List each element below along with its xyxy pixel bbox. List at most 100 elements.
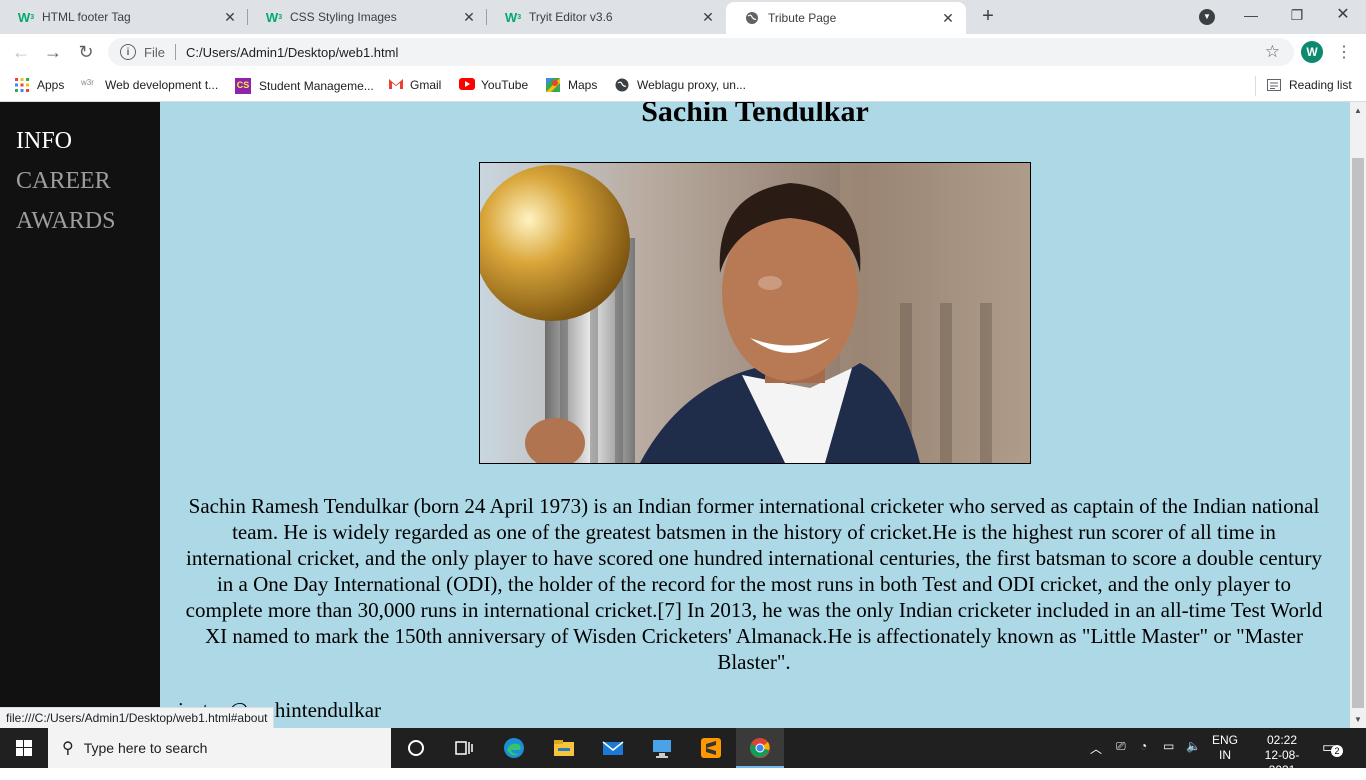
globe-icon [744,10,760,26]
w3schools-icon: W3 [17,9,35,25]
bookmarks-divider [1255,76,1256,96]
minimize-button[interactable]: — [1228,0,1274,32]
tab-strip: W3 HTML footer Tag ✕ W3 CSS Styling Imag… [0,0,1366,34]
close-icon[interactable]: ✕ [222,9,238,25]
browser-toolbar: ← → ↻ i File C:/Users/Admin1/Desktop/web… [0,34,1366,70]
bookmark-gmail[interactable]: Gmail [388,78,441,92]
scroll-up-arrow-icon[interactable]: ▲ [1354,106,1362,115]
search-placeholder: Type here to search [83,740,208,756]
search-icon: ⚲ [62,740,74,757]
nav-link-info[interactable]: INFO [16,128,72,155]
bookmark-student-management[interactable]: CS Student Manageme... [235,78,374,94]
volume-icon[interactable]: 🔈 [1186,739,1201,779]
page-scrollbar[interactable]: ▲ ▼ [1350,102,1366,728]
tab-tryit-editor[interactable]: W3 Tryit Editor v3.6 ✕ [487,0,726,34]
reading-list-icon [1267,78,1281,92]
bookmark-label: Gmail [410,78,442,92]
address-scheme: File [144,44,165,60]
bookmark-label: YouTube [481,78,529,92]
scroll-down-arrow-icon[interactable]: ▼ [1354,715,1362,724]
chrome-icon [750,738,770,758]
w3r-icon: w3r [81,78,94,87]
info-icon[interactable]: i [120,44,136,60]
tab-label: HTML footer Tag [42,10,131,24]
profile-avatar[interactable]: W [1301,41,1323,63]
tab-css-styling[interactable]: W3 CSS Styling Images ✕ [248,0,487,34]
scrollbar-thumb[interactable] [1352,158,1364,708]
mail-icon[interactable] [601,736,625,760]
w3schools-icon: W3 [504,9,522,25]
meet-now-icon[interactable]: ⎚ [1116,739,1126,779]
tab-label: Tryit Editor v3.6 [529,10,613,24]
region-code: IN [1219,748,1231,762]
back-button[interactable]: ← [9,40,33,64]
tab-html-footer[interactable]: W3 HTML footer Tag ✕ [0,0,248,34]
edge-icon[interactable] [502,736,526,760]
sublime-text-icon[interactable] [699,736,723,760]
bookmark-maps[interactable]: Maps [546,78,597,92]
clock[interactable]: 02:22 12-08-2021 [1252,733,1312,777]
status-url-bubble: file:///C:/Users/Admin1/Desktop/web1.htm… [0,707,275,728]
notification-count-badge: 2 [1331,745,1343,757]
bookmark-label: Maps [568,78,598,92]
task-view-icon[interactable] [452,736,476,760]
bookmark-youtube[interactable]: YouTube [459,78,528,92]
apps-grid-icon [15,78,29,92]
bookmark-apps[interactable]: Apps [15,78,64,92]
bookmark-star-icon[interactable]: ☆ [1265,42,1280,62]
sidebar-nav: INFO CAREER AWARDS [0,102,160,728]
show-hidden-icons-button[interactable]: ︿ [1090,740,1102,780]
globe-icon [615,78,629,92]
window-close-button[interactable]: ✕ [1320,0,1366,32]
address-url[interactable]: C:/Users/Admin1/Desktop/web1.html [186,45,398,60]
address-bar[interactable]: i File C:/Users/Admin1/Desktop/web1.html… [108,38,1294,66]
bookmark-web-development[interactable]: w3r Web development t... [81,78,218,92]
windows-logo-icon [16,740,32,756]
new-tab-button[interactable]: + [976,5,1000,29]
main-content: Sachin Tendulkar Sachin Ramesh Tendulkar… [160,102,1350,728]
tab-label: CSS Styling Images [290,10,397,24]
start-button[interactable] [0,728,48,768]
page-title: Sachin Tendulkar [641,102,869,128]
tab-search-icon[interactable]: ▼ [1199,9,1215,25]
reading-list-button[interactable]: Reading list [1267,78,1352,92]
windows-taskbar: ⚲ Type here to search ︿ ⎚ ◔ ▭ 🔈 ENG IN 0… [0,728,1366,777]
notification-center-icon[interactable]: ▭ 2 [1322,738,1343,778]
maps-icon [546,78,560,92]
close-icon[interactable]: ✕ [461,9,477,25]
language-indicator[interactable]: ENG IN [1212,733,1238,773]
bookmark-label: Apps [37,78,65,92]
bookmark-label: Student Manageme... [259,79,374,93]
tab-label: Tribute Page [768,11,837,25]
w3schools-icon: W3 [265,9,283,25]
close-icon[interactable]: ✕ [940,10,956,26]
taskbar-chrome-active[interactable] [736,728,784,768]
close-icon[interactable]: ✕ [700,9,716,25]
portrait-illustration [480,163,1030,463]
taskbar-search-input[interactable]: ⚲ Type here to search [48,728,391,768]
address-divider [174,44,176,60]
forward-button[interactable]: → [41,40,65,64]
nav-link-career[interactable]: CAREER [16,168,111,195]
nav-link-awards[interactable]: AWARDS [16,208,115,235]
cs-icon: CS [235,78,251,94]
clock-time: 02:22 [1266,733,1298,747]
reading-list-label: Reading list [1289,78,1352,92]
language-code: ENG [1212,733,1239,747]
bookmarks-bar: Apps w3r Web development t... CS Student… [0,70,1366,102]
bookmark-label: Weblagu proxy, un... [637,78,746,92]
network-icon[interactable]: ◔ [1140,739,1147,779]
reload-button[interactable]: ↻ [74,40,98,64]
bio-paragraph: Sachin Ramesh Tendulkar (born 24 April 1… [185,494,1323,674]
youtube-icon [459,78,475,92]
file-explorer-icon[interactable] [552,736,576,760]
bookmark-weblagu[interactable]: Weblagu proxy, un... [615,78,746,92]
remote-desktop-icon[interactable] [650,736,674,760]
battery-icon[interactable]: ▭ [1163,739,1174,779]
menu-kebab-icon[interactable]: ⋮ [1336,42,1352,62]
bookmark-label: Web development t... [105,78,219,92]
cortana-icon[interactable] [404,736,428,760]
restore-button[interactable]: ❐ [1274,0,1320,32]
tab-tribute-page[interactable]: Tribute Page ✕ [726,2,966,34]
gmail-icon [388,78,403,92]
